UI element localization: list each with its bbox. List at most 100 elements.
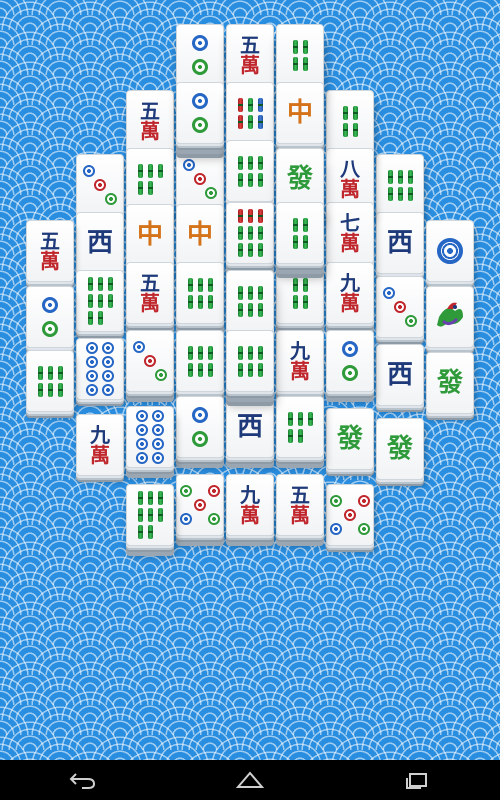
circle-dot: [136, 424, 148, 436]
bamboo-glyph: [187, 277, 213, 309]
bamboo-stick: [397, 169, 403, 184]
mahjong-tile[interactable]: 發: [326, 408, 374, 470]
mahjong-tile[interactable]: 中: [176, 204, 224, 266]
character-glyph: 五萬: [240, 35, 260, 75]
bamboo-stick: [247, 209, 253, 223]
mahjong-tile[interactable]: [276, 202, 324, 264]
mahjong-tile[interactable]: [176, 24, 224, 86]
circles-glyph: [136, 410, 164, 464]
bamboo-glyph: [237, 345, 263, 377]
mahjong-tile[interactable]: 五萬: [226, 24, 274, 86]
mahjong-tile[interactable]: 中: [276, 82, 324, 144]
mahjong-tile[interactable]: [176, 396, 224, 458]
mahjong-tile[interactable]: [226, 330, 274, 392]
mahjong-tile[interactable]: [176, 474, 224, 536]
mahjong-tile[interactable]: 五萬: [126, 90, 174, 152]
honor-glyph: 發: [387, 436, 413, 462]
character-glyph: 九萬: [290, 341, 310, 381]
bamboo-glyph: [287, 411, 313, 443]
home-button[interactable]: [200, 760, 300, 800]
mahjong-tile[interactable]: [76, 338, 124, 400]
mahjong-tile[interactable]: 九萬: [76, 414, 124, 476]
mahjong-tile[interactable]: [326, 330, 374, 392]
mahjong-tile[interactable]: [226, 202, 274, 264]
mahjong-tile[interactable]: 發: [276, 148, 324, 210]
bamboo-glyph: [292, 39, 308, 71]
mahjong-tile[interactable]: [126, 148, 174, 210]
bamboo-stick: [247, 302, 253, 317]
bamboo-stick: [292, 234, 298, 249]
circle-dot: [133, 341, 145, 353]
recents-button[interactable]: [367, 760, 467, 800]
bamboo-glyph: [187, 345, 213, 377]
mahjong-tile[interactable]: 西: [76, 212, 124, 274]
mahjong-tile[interactable]: 八萬: [326, 148, 374, 210]
honor-glyph: 西: [87, 230, 113, 256]
bamboo-stick: [237, 285, 243, 300]
honor-glyph: 發: [287, 166, 313, 192]
mahjong-tile[interactable]: [226, 140, 274, 202]
bamboo-stick: [292, 56, 298, 71]
bamboo-glyph: [387, 169, 413, 201]
bamboo-stick: [247, 226, 253, 240]
mahjong-tile[interactable]: [176, 148, 224, 210]
bamboo-stick: [97, 294, 103, 308]
mahjong-tile[interactable]: [176, 82, 224, 144]
bamboo-stick: [257, 302, 263, 317]
mahjong-tile[interactable]: [126, 484, 174, 546]
bamboo-stick: [237, 345, 243, 360]
mahjong-tile[interactable]: [76, 270, 124, 332]
circles-glyph: [183, 159, 217, 199]
mahjong-tile[interactable]: 中: [126, 204, 174, 266]
mahjong-tile[interactable]: [226, 270, 274, 332]
mahjong-tile[interactable]: [426, 220, 474, 282]
mahjong-tile[interactable]: [376, 154, 424, 216]
mahjong-tile[interactable]: [376, 276, 424, 338]
mahjong-tile[interactable]: 九萬: [276, 330, 324, 392]
circle-dot: [394, 301, 406, 313]
mahjong-tile[interactable]: [226, 82, 274, 144]
mahjong-tile[interactable]: [426, 286, 474, 348]
mahjong-tile[interactable]: 西: [226, 396, 274, 458]
character-wan: 萬: [140, 291, 160, 315]
bamboo-stick: [237, 243, 243, 257]
mahjong-tile[interactable]: [26, 350, 74, 412]
mahjong-tile[interactable]: 五萬: [126, 262, 174, 324]
bamboo-stick: [37, 365, 43, 380]
mahjong-tile[interactable]: [326, 90, 374, 152]
mahjong-tile[interactable]: [276, 396, 324, 458]
mahjong-tile[interactable]: 五萬: [276, 474, 324, 536]
circle-dot: [437, 238, 463, 264]
mahjong-tile[interactable]: 七萬: [326, 202, 374, 264]
mahjong-tile[interactable]: [76, 154, 124, 216]
mahjong-tile[interactable]: 五萬: [26, 220, 74, 282]
character-glyph: 九萬: [340, 273, 360, 313]
circle-dot: [86, 356, 98, 368]
circles-glyph: [83, 165, 117, 205]
bamboo-stick: [207, 294, 213, 309]
circle-dot: [180, 485, 192, 497]
mahjong-tile[interactable]: [276, 262, 324, 324]
bamboo-stick: [197, 345, 203, 360]
mahjong-tile[interactable]: [126, 406, 174, 468]
mahjong-tile[interactable]: [276, 24, 324, 86]
mahjong-tile[interactable]: [176, 330, 224, 392]
bamboo-glyph: [237, 155, 263, 187]
circles-glyph: [342, 341, 358, 381]
mahjong-tile[interactable]: 發: [426, 352, 474, 414]
mahjong-tile[interactable]: [26, 286, 74, 348]
mahjong-tile[interactable]: 發: [376, 418, 424, 480]
mahjong-tile[interactable]: [176, 262, 224, 324]
honor-glyph: 發: [337, 426, 363, 452]
character-number: 五: [40, 229, 60, 253]
bamboo-stick: [237, 97, 243, 112]
bamboo-stick: [137, 163, 143, 178]
mahjong-tile[interactable]: 西: [376, 344, 424, 406]
mahjong-tile[interactable]: 九萬: [226, 474, 274, 536]
mahjong-tile[interactable]: 九萬: [326, 262, 374, 324]
back-button[interactable]: [33, 760, 133, 800]
mahjong-tile[interactable]: [126, 330, 174, 392]
mahjong-tile[interactable]: [326, 484, 374, 546]
circles-glyph: [383, 287, 417, 327]
mahjong-tile[interactable]: 西: [376, 212, 424, 274]
